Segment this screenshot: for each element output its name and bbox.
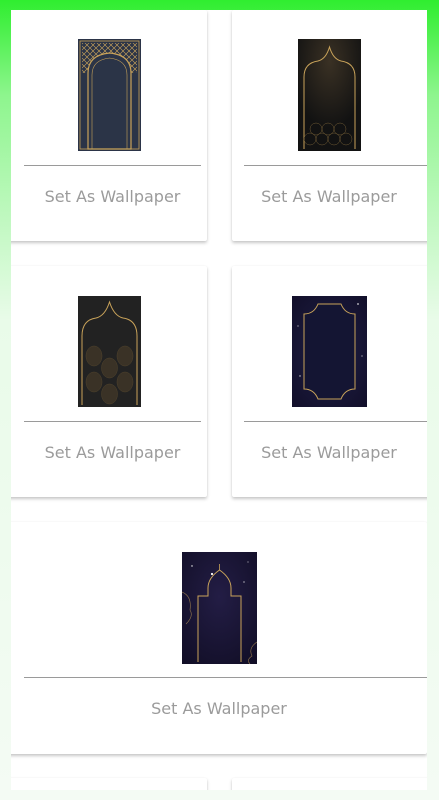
wallpaper-card: Set As Wallpaper xyxy=(11,266,207,497)
card-divider xyxy=(24,421,201,422)
set-wallpaper-button[interactable]: Set As Wallpaper xyxy=(24,187,201,207)
wallpaper-card: Set As Wallpaper xyxy=(232,10,427,241)
card-divider xyxy=(244,421,427,422)
set-wallpaper-button[interactable]: Set As Wallpaper xyxy=(24,443,201,463)
wallpaper-thumbnail[interactable] xyxy=(182,552,257,664)
wallpaper-thumbnail[interactable] xyxy=(298,39,361,151)
card-divider xyxy=(24,165,201,166)
wallpaper-thumbnail[interactable] xyxy=(78,39,141,151)
card-divider xyxy=(244,165,427,166)
wallpaper-card: Set As Wallpaper xyxy=(232,266,427,497)
card-divider xyxy=(24,677,427,678)
wallpaper-thumbnail[interactable] xyxy=(292,296,367,407)
wallpaper-card: Set As Wallpaper xyxy=(11,10,207,241)
set-wallpaper-button[interactable]: Set As Wallpaper xyxy=(244,443,414,463)
wallpaper-card-partial xyxy=(232,778,427,790)
wallpaper-grid: Set As Wallpaper Set As Wallpaper Set As… xyxy=(11,10,427,790)
wallpaper-card: Set As Wallpaper xyxy=(11,522,427,754)
wallpaper-card-partial xyxy=(11,778,207,790)
set-wallpaper-button[interactable]: Set As Wallpaper xyxy=(24,699,414,719)
wallpaper-thumbnail[interactable] xyxy=(78,296,141,407)
set-wallpaper-button[interactable]: Set As Wallpaper xyxy=(244,187,414,207)
